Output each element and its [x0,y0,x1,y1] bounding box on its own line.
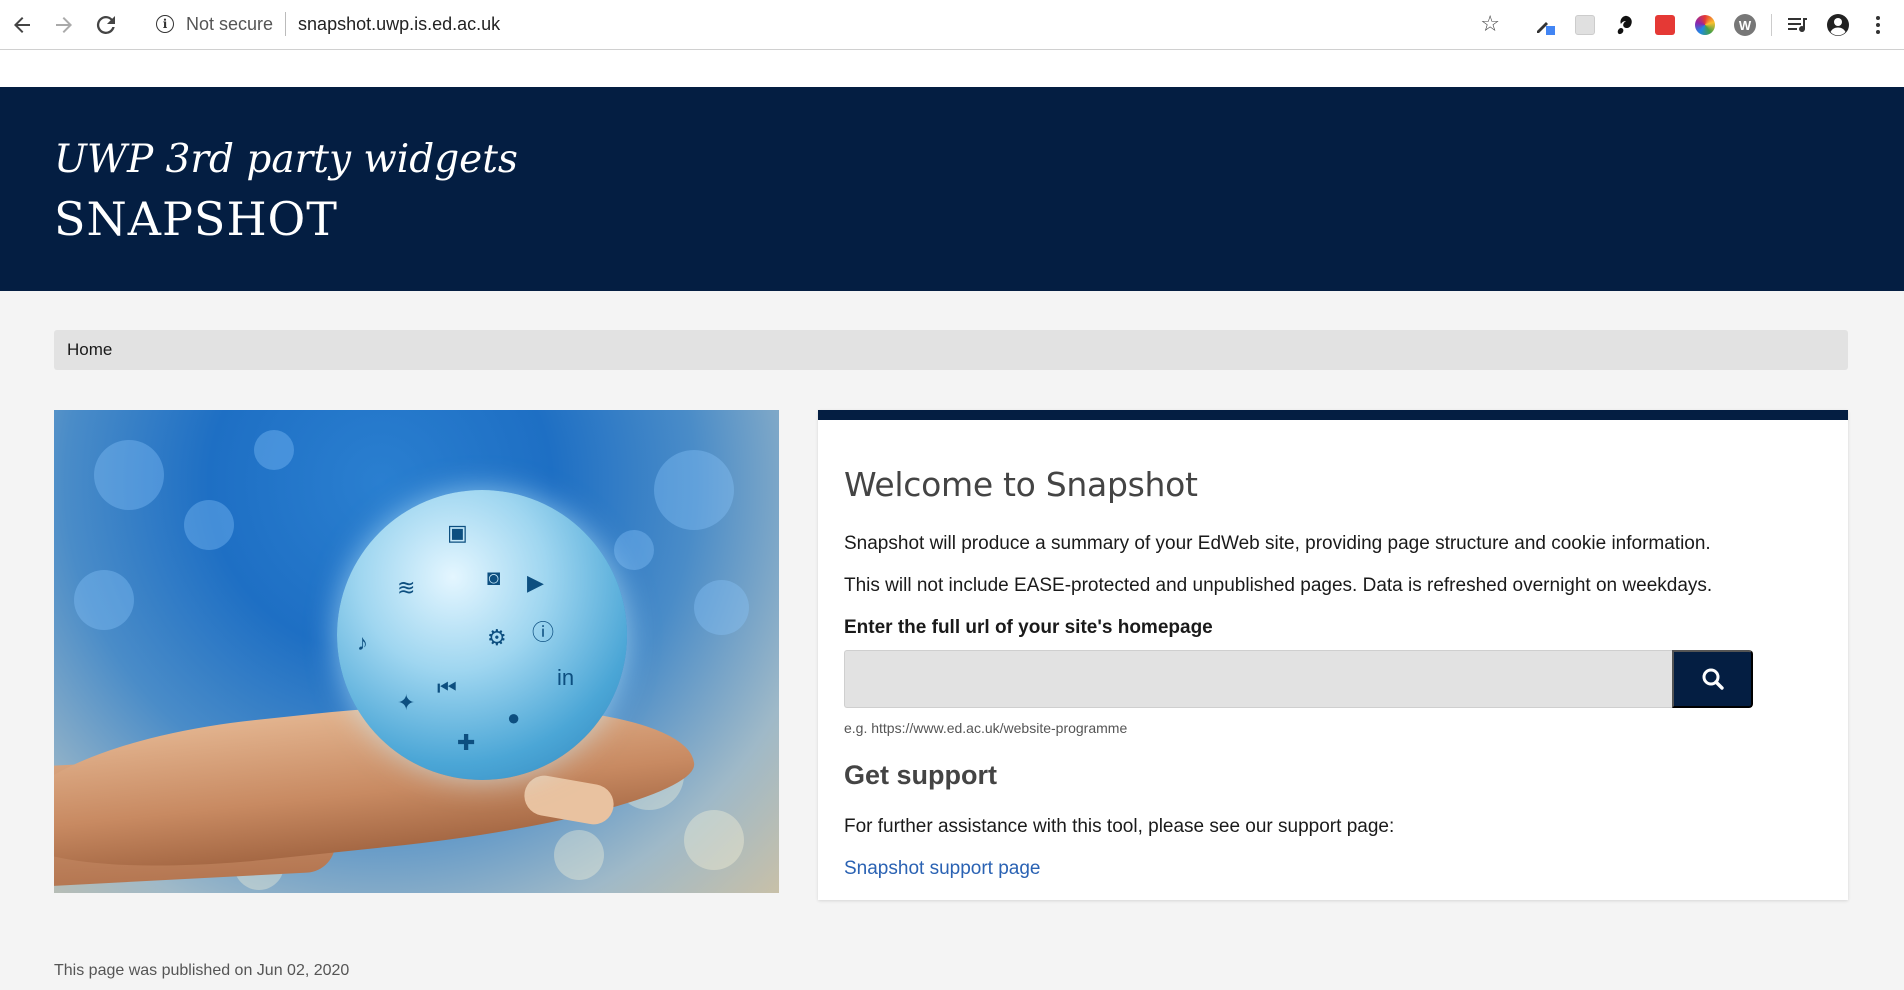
twitter-icon: ✦ [397,690,416,715]
extension-eyedropper-icon[interactable] [1531,11,1559,39]
address-bar[interactable]: i Not secure snapshot.uwp.is.ed.ac.uk ☆ [142,5,1514,43]
search-icon [1702,668,1724,690]
address-separator [285,12,287,36]
youtube-icon: ▶ [527,570,544,595]
site-subtitle[interactable]: UWP 3rd party widgets [54,137,518,182]
bokeh-light [694,580,749,635]
breadcrumb: Home [54,330,1848,370]
browser-toolbar: i Not secure snapshot.uwp.is.ed.ac.uk ☆ … [0,0,1904,50]
search-button[interactable] [1672,650,1753,708]
wifi-icon: ≋ [397,575,416,600]
bokeh-light [184,500,234,550]
extension-color-wheel-icon[interactable] [1691,11,1719,39]
extension-gnome-icon[interactable] [1611,11,1639,39]
apple-icon: ● [507,705,521,730]
extension-separator [1771,14,1772,36]
camera-icon: ◙ [487,565,501,590]
support-page-link[interactable]: Snapshot support page [844,858,1041,880]
security-label: Not secure [186,13,274,34]
app-globe: ▣ ≋ ◙ ⓘ ⚙ ♪ ⏮ in ✦ ● ✚ ▶ [337,490,627,780]
bokeh-light [74,570,134,630]
published-date: This page was published on Jun 02, 2020 [54,962,350,979]
url-field-label: Enter the full url of your site's homepa… [844,617,1213,638]
extension-gray-icon[interactable] [1571,11,1599,39]
extension-red-icon[interactable] [1651,11,1679,39]
bokeh-light [254,430,294,470]
intro-text-1: Snapshot will produce a summary of your … [844,533,1711,554]
forward-button[interactable] [44,5,84,45]
url-hint: e.g. https://www.ed.ac.uk/website-progra… [844,720,1128,736]
rewind-icon: ⏮ [437,675,457,700]
arrow-left-icon [14,16,30,33]
info-icon[interactable]: i [156,15,174,33]
bokeh-light [654,450,734,530]
welcome-title: Welcome to Snapshot [844,465,1198,504]
site-header: UWP 3rd party widgets SNAPSHOT [0,87,1904,291]
bookmark-star-icon[interactable]: ☆ [1480,11,1500,37]
site-url-input[interactable] [844,650,1672,708]
linkedin-icon: in [557,665,575,690]
back-button[interactable] [2,5,42,45]
welcome-card: Welcome to Snapshot Snapshot will produc… [818,410,1848,900]
top-white-strip [0,50,1904,87]
media-queue-icon[interactable] [1784,11,1812,39]
reload-icon [96,15,115,34]
support-heading: Get support [844,760,997,790]
intro-text-2: This will not include EASE-protected and… [844,575,1713,596]
breadcrumb-home[interactable]: Home [67,340,112,360]
page-content: UWP 3rd party widgets SNAPSHOT Home ▣ ≋ … [0,50,1904,990]
microphone-icon: ♪ [357,630,368,655]
support-text: For further assistance with this tool, p… [844,816,1395,837]
bokeh-light [554,830,604,880]
puzzle-icon: ✚ [457,730,476,755]
site-title[interactable]: SNAPSHOT [54,192,338,246]
arrow-right-icon [56,16,72,33]
printer-icon: ▣ [447,520,468,545]
url-text[interactable]: snapshot.uwp.is.ed.ac.uk [298,14,500,35]
browser-menu-icon[interactable] [1864,11,1892,39]
hero-image: ▣ ≋ ◙ ⓘ ⚙ ♪ ⏮ in ✦ ● ✚ ▶ [54,410,779,893]
reload-button[interactable] [86,5,126,45]
bokeh-light [94,440,164,510]
gear-icon: ⚙ [487,625,507,650]
extension-w-icon[interactable]: W [1731,11,1759,39]
profile-avatar-icon[interactable] [1824,11,1852,39]
extensions-area: W [1525,8,1898,42]
bokeh-light [684,810,744,870]
bokeh-light [614,530,654,570]
info-circle-icon: ⓘ [532,620,555,645]
